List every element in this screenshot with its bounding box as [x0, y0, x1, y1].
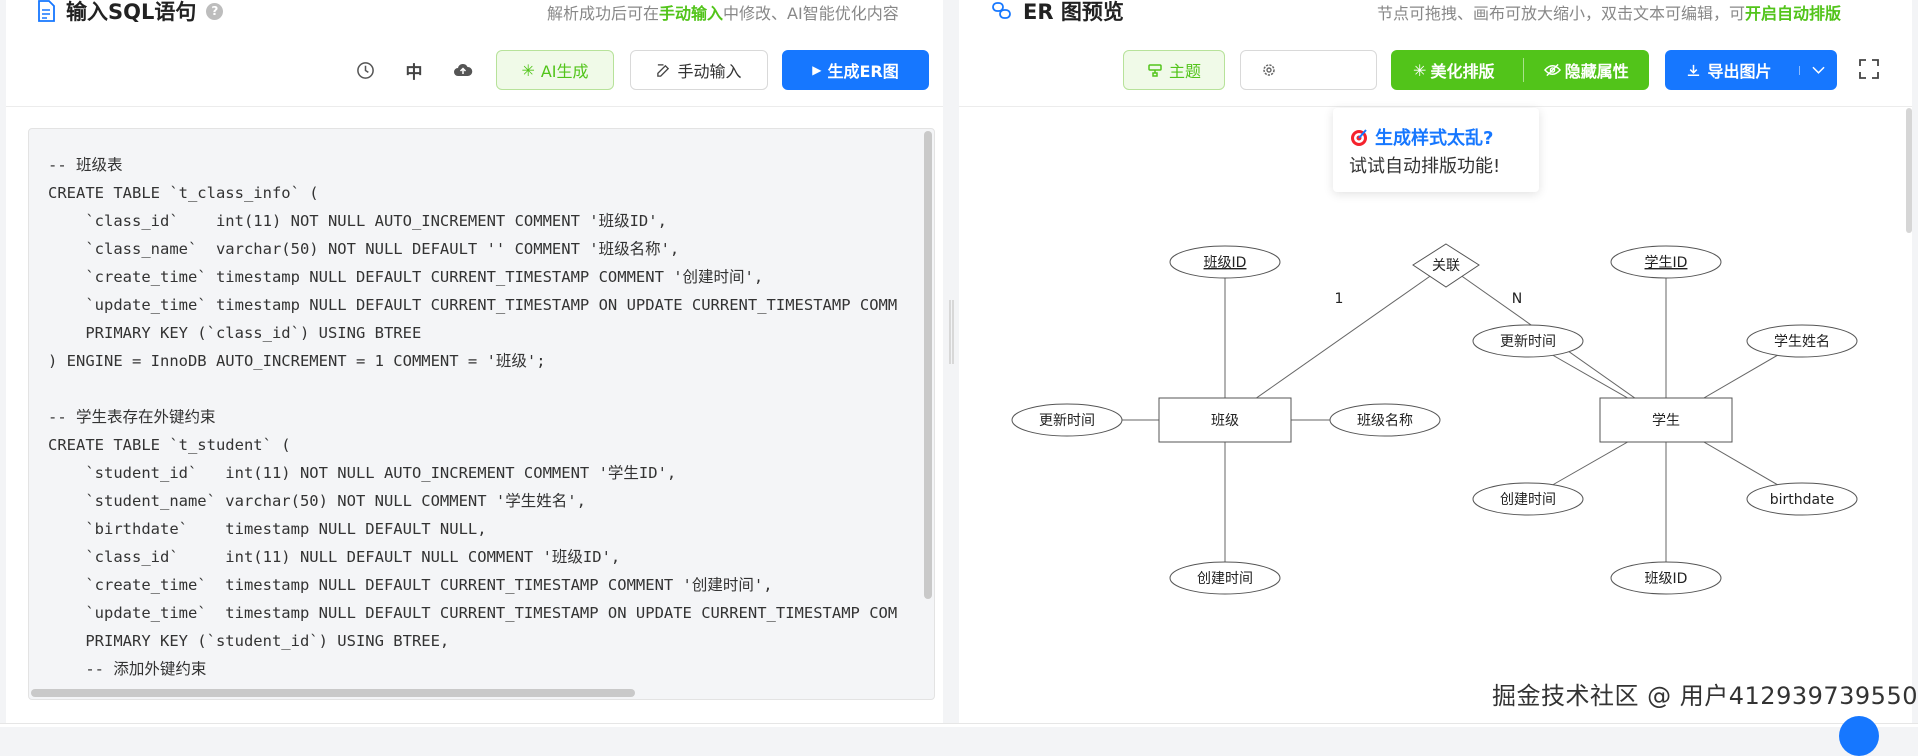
canvas-scrollbar[interactable]	[1906, 108, 1912, 233]
floating-action-button[interactable]	[1839, 716, 1879, 756]
code-line[interactable]: `birthdate` timestamp NULL DEFAULT NULL,	[48, 515, 897, 543]
entity-class[interactable]: 班级	[1158, 397, 1292, 443]
manual-input-link[interactable]: 手动输入	[659, 4, 723, 23]
sql-panel-header: 输入SQL语句 ?	[36, 0, 224, 26]
cardinality-one: 1	[1335, 291, 1344, 307]
attr-student-class-id[interactable]: 班级ID	[1610, 561, 1722, 595]
sql-editor[interactable]: -- 班级表 CREATE TABLE `t_class_info` ( `cla…	[28, 128, 935, 700]
svg-text:关联: 关联	[1432, 258, 1460, 274]
attr-student-update-time[interactable]: 更新时间	[1472, 324, 1584, 358]
relationship-diamond[interactable]: 关联	[1412, 243, 1480, 288]
code-line[interactable]: `update_time` timestamp NULL DEFAULT CUR…	[48, 599, 897, 627]
svg-text:班级ID: 班级ID	[1204, 255, 1247, 271]
sparkle-icon: ✳	[521, 60, 535, 80]
attr-student-name[interactable]: 学生姓名	[1746, 324, 1858, 358]
attr-student-birthdate[interactable]: birthdate	[1746, 482, 1858, 516]
code-line[interactable]: -- 班级表	[48, 151, 897, 179]
manual-input-button[interactable]: 手动输入	[630, 50, 768, 90]
svg-text:学生姓名: 学生姓名	[1774, 334, 1830, 350]
divider	[6, 106, 943, 107]
entity-student[interactable]: 学生	[1599, 397, 1733, 443]
code-line[interactable]: PRIMARY KEY (`student_id`) USING BTREE,	[48, 627, 897, 655]
svg-text:更新时间: 更新时间	[1500, 334, 1556, 350]
er-diagram-canvas[interactable]: 班级 班级ID 更新时间 班级名称 创建时间 关联 1 N 学生 学生ID 更新…	[959, 0, 1912, 723]
svg-text:学生: 学生	[1652, 413, 1680, 429]
code-line[interactable]: `create_time` timestamp NULL DEFAULT CUR…	[48, 263, 897, 291]
attr-student-create-time[interactable]: 创建时间	[1472, 482, 1584, 516]
attr-class-id[interactable]: 班级ID	[1169, 245, 1281, 279]
help-icon[interactable]: ?	[206, 2, 224, 20]
code-line[interactable]: -- 学生表存在外键约束	[48, 403, 897, 431]
attr-student-id[interactable]: 学生ID	[1610, 245, 1722, 279]
code-line[interactable]: PRIMARY KEY (`class_id`) USING BTREE	[48, 319, 897, 347]
code-line[interactable]: `create_time` timestamp NULL DEFAULT CUR…	[48, 571, 897, 599]
er-preview-panel: ER 图预览 节点可拖拽、画布可放大缩小，双击文本可编辑，可开启自动排版 主题 …	[959, 0, 1912, 723]
sql-panel-hint: 解析成功后可在手动输入中修改、AI智能优化内容	[547, 4, 899, 23]
svg-text:更新时间: 更新时间	[1039, 413, 1095, 429]
vertical-scrollbar[interactable]	[924, 131, 932, 599]
code-line[interactable]: -- 添加外键约束	[48, 655, 897, 683]
sql-panel-title: 输入SQL语句	[66, 0, 197, 24]
code-line[interactable]: `update_time` timestamp NULL DEFAULT CUR…	[48, 291, 897, 319]
code-line[interactable]: `class_id` int(11) NOT NULL AUTO_INCREME…	[48, 207, 897, 235]
edit-icon	[657, 63, 670, 77]
watermark: 掘金技术社区 @ 用户412939739550	[1492, 682, 1918, 710]
cloud-upload-icon[interactable]	[451, 58, 475, 82]
svg-text:学生ID: 学生ID	[1645, 255, 1688, 271]
play-icon: ▶	[812, 63, 822, 77]
document-icon	[38, 0, 55, 22]
language-toggle[interactable]: 中	[402, 58, 426, 83]
code-line[interactable]: CREATE TABLE `t_class_info` (	[48, 179, 897, 207]
history-icon[interactable]	[353, 58, 377, 82]
svg-text:班级: 班级	[1211, 413, 1239, 429]
ai-generate-button[interactable]: ✳ AI生成	[496, 50, 614, 90]
code-line[interactable]: `class_id` int(11) NULL DEFAULT NULL COM…	[48, 543, 897, 571]
sql-code[interactable]: -- 班级表 CREATE TABLE `t_class_info` ( `cla…	[48, 151, 897, 683]
code-line[interactable]	[48, 375, 897, 403]
svg-text:班级名称: 班级名称	[1357, 413, 1413, 429]
attr-class-update-time[interactable]: 更新时间	[1011, 403, 1123, 437]
svg-text:创建时间: 创建时间	[1500, 492, 1556, 508]
cardinality-many: N	[1512, 291, 1522, 307]
attr-class-name[interactable]: 班级名称	[1329, 403, 1441, 437]
footer-edge	[0, 723, 1918, 727]
svg-text:birthdate: birthdate	[1770, 492, 1834, 508]
panel-resize-handle[interactable]	[949, 300, 954, 364]
code-line[interactable]: `class_name` varchar(50) NOT NULL DEFAUL…	[48, 235, 897, 263]
code-line[interactable]: CREATE TABLE `t_student` (	[48, 431, 897, 459]
horizontal-scrollbar[interactable]	[31, 689, 635, 697]
code-line[interactable]: `student_id` int(11) NOT NULL AUTO_INCRE…	[48, 459, 897, 487]
generate-er-button[interactable]: ▶ 生成ER图	[782, 50, 929, 90]
attr-class-create-time[interactable]: 创建时间	[1169, 561, 1281, 595]
sql-input-panel: 输入SQL语句 ? 解析成功后可在手动输入中修改、AI智能优化内容 中 ✳ AI…	[6, 0, 943, 723]
svg-text:班级ID: 班级ID	[1645, 571, 1688, 587]
code-line[interactable]: `student_name` varchar(50) NOT NULL COMM…	[48, 487, 897, 515]
svg-text:创建时间: 创建时间	[1197, 571, 1253, 587]
code-line[interactable]: ) ENGINE = InnoDB AUTO_INCREMENT = 1 COM…	[48, 347, 897, 375]
